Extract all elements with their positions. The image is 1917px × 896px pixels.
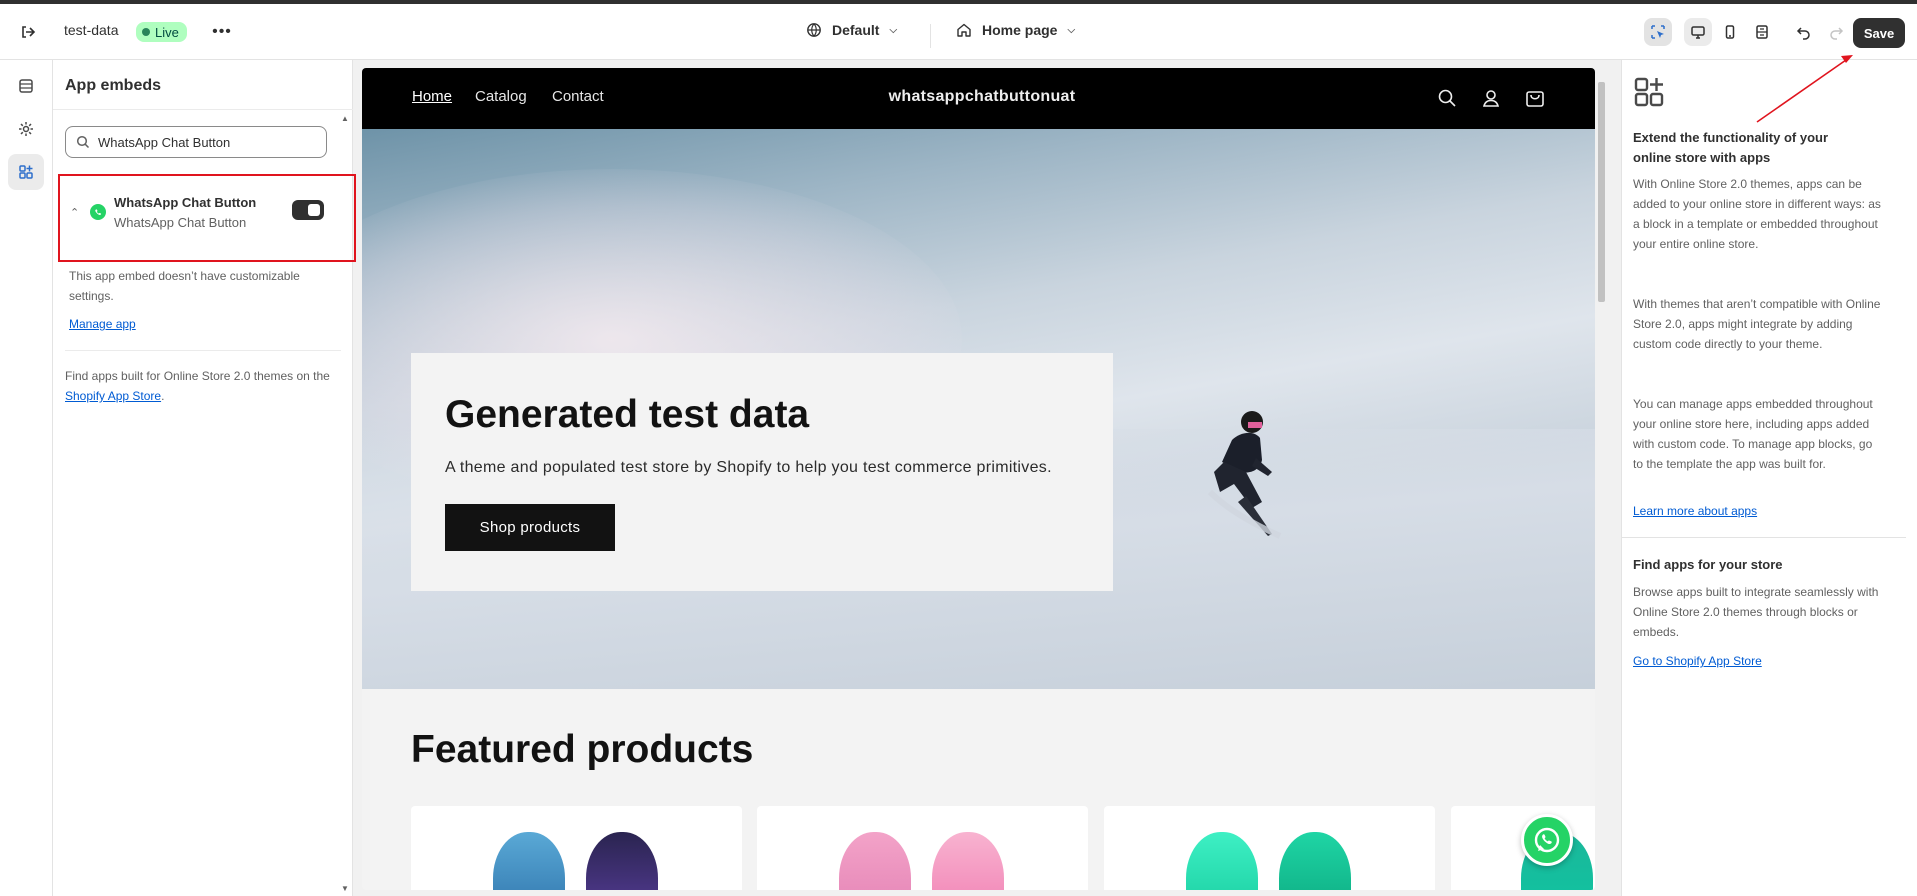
undo-icon[interactable] [1790,18,1818,46]
embed-subtitle: WhatsApp Chat Button [114,215,247,230]
left-rail [0,60,53,896]
whatsapp-embed-item[interactable]: ⌃ WhatsApp Chat Button WhatsApp Chat But… [58,174,356,262]
embed-enabled-toggle[interactable] [292,200,324,220]
whatsapp-icon [90,204,106,220]
desktop-view-icon[interactable] [1684,18,1712,46]
store-name: test-data [64,22,119,38]
hero-card: Generated test data A theme and populate… [411,353,1113,591]
cart-icon[interactable] [1522,85,1548,111]
product-image [1186,832,1258,890]
shopify-app-store-link[interactable]: Shopify App Store [65,389,161,403]
apps-icon [1633,76,1665,113]
store-header: Home Catalog Contact whatsappchatbuttonu… [362,68,1595,129]
hero-banner: Generated test data A theme and populate… [362,129,1595,689]
chevron-down-icon: ⌵ [889,24,898,36]
toolbar-right [1644,18,1850,46]
divider [53,109,353,110]
product-card[interactable] [757,806,1088,890]
chevron-down-icon: ⌵ [1067,24,1076,36]
embed-note: This app embed doesn’t have customizable… [69,269,300,303]
redo-icon[interactable] [1822,18,1850,46]
footer-end: . [161,389,165,403]
nav-home[interactable]: Home [412,88,452,105]
status-badge: Live [136,22,187,42]
live-dot-icon [142,28,150,36]
editor-topbar: test-data Live ••• Default ⌵ Home page ⌵ [0,4,1917,60]
page-label: Home page [982,22,1058,38]
mobile-view-icon[interactable] [1716,18,1744,46]
more-actions-icon[interactable]: ••• [210,20,234,44]
search-icon [76,135,90,149]
settings-gear-icon[interactable] [8,111,44,147]
info-title: Extend the functionality of your online … [1633,130,1829,165]
chevron-up-icon[interactable]: ⌃ [70,206,79,219]
product-card[interactable] [1104,806,1435,890]
learn-more-link[interactable]: Learn more about apps [1633,504,1757,518]
preview-scrollbar[interactable] [1595,68,1608,890]
fullscreen-icon[interactable] [1748,18,1776,46]
divider [65,350,341,351]
page-selector[interactable]: Home page ⌵ [956,22,1075,38]
go-to-app-store-link[interactable]: Go to Shopify App Store [1633,654,1762,668]
divider [1622,537,1906,538]
product-card[interactable] [411,806,742,890]
search-input[interactable] [98,134,318,150]
product-image [493,832,565,890]
save-button[interactable]: Save [1853,18,1905,48]
panel-title: App embeds [65,77,162,94]
scroll-down-arrow-icon[interactable]: ▼ [341,884,349,893]
home-icon [957,23,971,37]
app-embeds-panel: App embeds ▲ ⌃ WhatsApp Chat Button What… [53,60,356,896]
featured-products-heading: Featured products [411,728,754,771]
app-embeds-icon[interactable] [8,154,44,190]
footer-text: Find apps built for Online Store 2.0 the… [65,369,330,383]
theme-selector[interactable]: Default ⌵ [806,22,897,38]
embed-name: WhatsApp Chat Button [114,195,257,210]
inspector-icon[interactable] [1644,18,1672,46]
skier-image [1207,411,1282,539]
store-brand[interactable]: whatsappchatbuttonuat [882,88,1082,106]
app-info-panel: Extend the functionality of your online … [1621,60,1917,896]
manage-app-link[interactable]: Manage app [69,317,136,331]
whatsapp-chat-float-button[interactable] [1521,814,1573,866]
shop-products-button[interactable]: Shop products [445,504,615,551]
toggle-knob [308,204,320,216]
find-apps-text: Browse apps built to integrate seamlessl… [1633,585,1879,639]
exit-icon[interactable] [16,20,40,44]
info-paragraph: With themes that aren’t compatible with … [1633,297,1881,351]
scroll-up-arrow-icon[interactable]: ▲ [341,114,349,123]
search-field[interactable] [65,126,327,158]
scrollbar-thumb[interactable] [1598,82,1605,302]
globe-icon [807,23,821,37]
sections-icon[interactable] [8,68,44,104]
status-badge-label: Live [155,24,179,40]
nav-contact[interactable]: Contact [552,88,604,105]
product-image [932,832,1004,890]
info-paragraph: You can manage apps embedded throughout … [1633,397,1873,471]
product-image [586,832,658,890]
find-apps-heading: Find apps for your store [1633,557,1783,572]
divider [930,24,931,48]
panel-footer-text: Find apps built for Online Store 2.0 the… [65,366,345,406]
theme-label: Default [832,22,880,38]
nav-catalog[interactable]: Catalog [475,88,527,105]
account-icon[interactable] [1478,85,1504,111]
product-image [839,832,911,890]
hero-title: Generated test data [445,393,810,436]
search-icon[interactable] [1434,85,1460,111]
hero-subtitle: A theme and populated test store by Shop… [445,459,1052,476]
product-image [1279,832,1351,890]
info-paragraph: With Online Store 2.0 themes, apps can b… [1633,177,1881,251]
store-preview: Home Catalog Contact whatsappchatbuttonu… [362,68,1595,890]
